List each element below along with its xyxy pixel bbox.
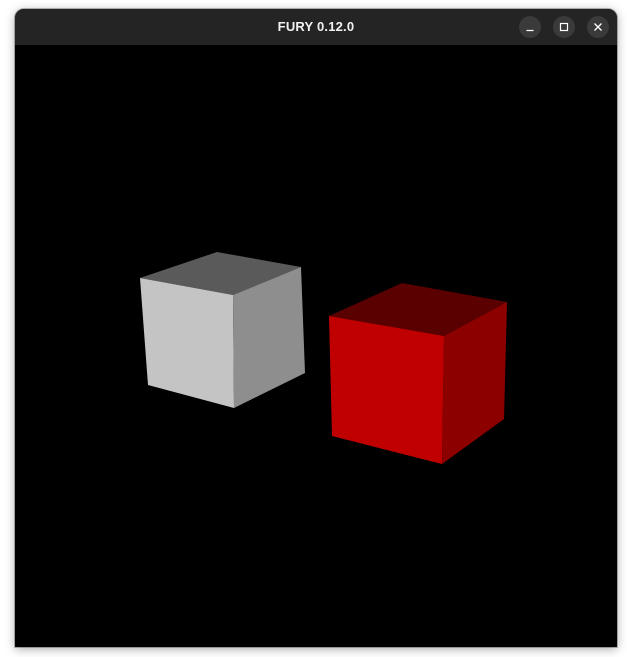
maximize-icon — [559, 22, 569, 32]
close-button[interactable] — [587, 16, 609, 38]
app-window: FURY 0.12.0 — [15, 9, 617, 647]
maximize-button[interactable] — [553, 16, 575, 38]
scene-canvas — [140, 252, 507, 464]
close-icon — [594, 23, 602, 31]
white-cube[interactable] — [140, 252, 305, 408]
white-cube-front-face — [140, 278, 234, 408]
title-bar[interactable]: FURY 0.12.0 — [15, 9, 617, 45]
render-viewport[interactable] — [15, 45, 617, 647]
minimize-button[interactable] — [519, 16, 541, 38]
red-cube[interactable] — [329, 283, 507, 464]
red-cube-front-face — [329, 316, 444, 464]
minimize-icon — [526, 29, 534, 32]
